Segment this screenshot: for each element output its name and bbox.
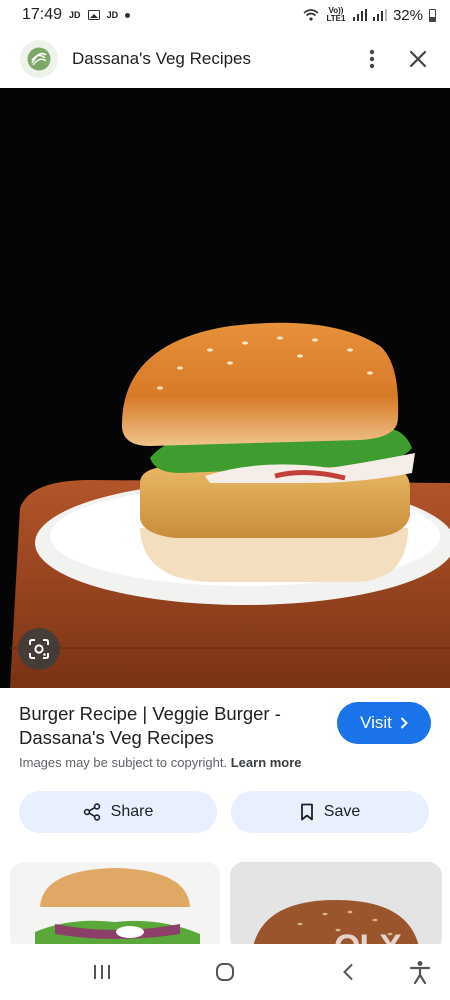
olx-watermark: OLX [334,928,402,966]
lens-icon [29,639,49,659]
more-options-button[interactable] [360,47,384,71]
close-icon [409,50,427,68]
accessibility-icon[interactable] [409,960,431,984]
battery-percent: 32% [392,6,423,24]
volte-indicator: Vo)) LTE1 [326,6,346,23]
close-button[interactable] [406,47,430,71]
status-tag-jd: JD [69,10,81,20]
visit-label: Visit [360,713,392,732]
status-time: 17:49 [22,6,63,23]
battery-icon [429,8,436,22]
gallery-icon [87,10,100,20]
notification-dot-icon [125,12,131,18]
wifi-icon [303,9,319,21]
chevron-right-icon [400,717,408,729]
recents-icon [93,965,110,979]
google-lens-button[interactable] [18,628,60,670]
visit-button[interactable]: Visit [337,702,431,744]
site-logo [20,40,58,78]
share-button[interactable]: Share [19,791,217,833]
site-name[interactable]: Dassana's Veg Recipes [72,49,251,69]
save-label: Save [323,803,361,820]
signal-icon-2 [372,9,387,21]
share-icon [83,803,100,821]
burger-image[interactable] [0,88,450,688]
recent-apps-button[interactable] [87,957,117,987]
burger-photo [0,88,450,688]
copyright-notice: Images may be subject to copyright. Lear… [19,755,302,770]
result-title[interactable]: Burger Recipe | Veggie Burger - Dassana'… [19,702,319,750]
more-vert-icon [369,49,375,69]
status-bar: 17:49 JD JD Vo)) LTE1 32% [0,0,450,30]
home-icon [215,963,234,981]
home-button[interactable] [210,957,240,987]
save-button[interactable]: Save [231,791,429,833]
leaf-logo-icon [27,47,51,71]
status-tag-jd-2: JD [106,10,119,20]
learn-more-link[interactable]: Learn more [231,755,302,770]
signal-icon [352,9,367,21]
share-label: Share [110,803,154,820]
burger-thumbnail [10,862,220,952]
copyright-text: Images may be subject to copyright. [19,755,228,770]
bookmark-icon [300,803,313,821]
related-image-1[interactable] [10,862,220,952]
viewer-header: Dassana's Veg Recipes [0,30,450,88]
